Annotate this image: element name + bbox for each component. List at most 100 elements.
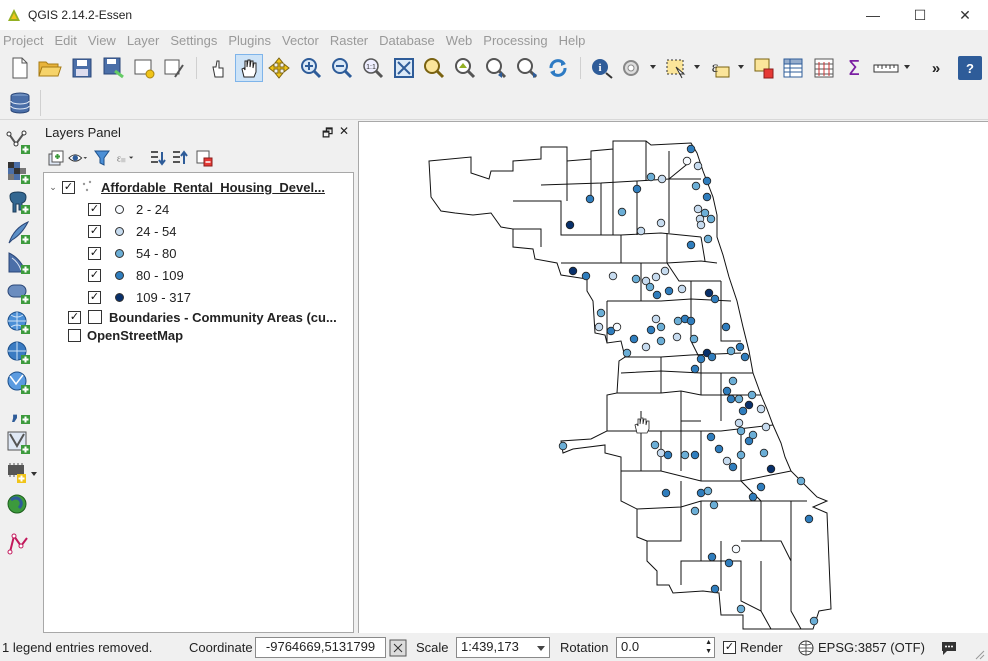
menu-layer[interactable]: Layer bbox=[123, 33, 167, 48]
class-visibility-checkbox[interactable]: ✓ bbox=[88, 224, 101, 238]
measure-line-button[interactable] bbox=[872, 54, 900, 82]
chevron-down-icon[interactable] bbox=[904, 65, 910, 69]
add-vector-layer-button[interactable] bbox=[4, 129, 34, 157]
chevron-down-icon[interactable] bbox=[738, 65, 744, 69]
add-spatialite-layer-button[interactable] bbox=[4, 219, 34, 247]
menu-processing[interactable]: Processing bbox=[479, 33, 554, 48]
new-shapefile-layer-button[interactable] bbox=[4, 459, 34, 487]
new-temporary-layer-button[interactable] bbox=[4, 491, 34, 519]
add-mssql-layer-button[interactable] bbox=[4, 249, 34, 277]
field-calculator-button[interactable]: Σ bbox=[840, 54, 868, 82]
filter-by-expression-button[interactable]: ε bbox=[114, 148, 134, 168]
legend-class-row[interactable]: ✓ 2 - 24 bbox=[88, 198, 169, 220]
crs-globe-icon[interactable] bbox=[798, 640, 814, 656]
messages-speech-bubble-icon[interactable] bbox=[940, 640, 958, 656]
float-panel-button[interactable]: 🗗 bbox=[322, 124, 333, 145]
legend-class-row[interactable]: ✓ 109 - 317 bbox=[88, 286, 191, 308]
close-button[interactable]: ✕ bbox=[942, 0, 988, 30]
legend-class-row[interactable]: ✓ 80 - 109 bbox=[88, 264, 184, 286]
layer-visibility-checkbox[interactable]: ✓ bbox=[62, 180, 75, 194]
class-visibility-checkbox[interactable]: ✓ bbox=[88, 202, 101, 216]
chevron-down-icon[interactable] bbox=[31, 472, 37, 476]
add-delimited-text-layer-button[interactable]: , bbox=[4, 399, 34, 427]
open-project-button[interactable] bbox=[36, 54, 64, 82]
render-checkbox[interactable]: ✓ bbox=[723, 641, 736, 654]
select-features-button[interactable] bbox=[662, 54, 690, 82]
filter-legend-button[interactable] bbox=[92, 148, 112, 168]
zoom-in-button[interactable] bbox=[297, 54, 325, 82]
zoom-last-button[interactable] bbox=[482, 54, 510, 82]
coordinate-input[interactable]: -9764669,5131799 bbox=[255, 637, 386, 658]
save-project-button[interactable] bbox=[68, 54, 96, 82]
resize-grip-icon[interactable] bbox=[974, 649, 986, 661]
class-visibility-checkbox[interactable]: ✓ bbox=[88, 290, 101, 304]
add-wms-layer-button[interactable] bbox=[4, 309, 34, 337]
zoom-native-button[interactable]: 1:1 bbox=[359, 54, 387, 82]
select-by-expression-button[interactable]: ε bbox=[706, 54, 734, 82]
menu-raster[interactable]: Raster bbox=[326, 33, 375, 48]
menu-view[interactable]: View bbox=[84, 33, 123, 48]
add-virtual-layer-button[interactable] bbox=[4, 429, 34, 457]
remove-layer-button[interactable] bbox=[194, 148, 214, 168]
menu-project[interactable]: Project bbox=[0, 33, 50, 48]
class-visibility-checkbox[interactable]: ✓ bbox=[88, 246, 101, 260]
legend-class-row[interactable]: ✓ 24 - 54 bbox=[88, 220, 176, 242]
scale-combobox[interactable]: 1:439,173 bbox=[456, 637, 550, 658]
expand-all-button[interactable] bbox=[148, 148, 168, 168]
menu-database[interactable]: Database bbox=[375, 33, 442, 48]
menu-plugins[interactable]: Plugins bbox=[224, 33, 278, 48]
zoom-to-selection-button[interactable] bbox=[420, 54, 448, 82]
pan-to-selection-button[interactable] bbox=[265, 54, 293, 82]
pan-map-button[interactable] bbox=[235, 54, 263, 82]
add-group-button[interactable] bbox=[46, 148, 66, 168]
layer-row-openstreetmap[interactable]: OpenStreetMap bbox=[68, 324, 183, 346]
layer-row-affordable-housing[interactable]: ⌄ ✓ Affordable_Rental_Housing_Devel... bbox=[48, 176, 325, 198]
save-as-button[interactable] bbox=[100, 54, 128, 82]
add-oracle-layer-button[interactable] bbox=[4, 279, 34, 307]
layer-visibility-checkbox[interactable] bbox=[68, 328, 81, 342]
menu-vector[interactable]: Vector bbox=[278, 33, 326, 48]
menu-help[interactable]: Help bbox=[555, 33, 593, 48]
close-panel-button[interactable]: ✕ bbox=[339, 124, 349, 138]
chevron-down-icon[interactable] bbox=[650, 65, 656, 69]
maximize-button[interactable]: ☐ bbox=[897, 0, 943, 30]
layer-visibility-checkbox[interactable]: ✓ bbox=[68, 310, 81, 324]
map-canvas[interactable] bbox=[358, 121, 988, 633]
manage-visibility-button[interactable] bbox=[68, 148, 88, 168]
identify-features-button[interactable]: i bbox=[588, 54, 616, 82]
add-raster-layer-button[interactable] bbox=[4, 159, 34, 187]
class-visibility-checkbox[interactable]: ✓ bbox=[88, 268, 101, 282]
collapse-all-button[interactable] bbox=[170, 148, 190, 168]
add-postgis-layer-button[interactable] bbox=[4, 189, 34, 217]
run-feature-action-button[interactable] bbox=[618, 54, 646, 82]
zoom-next-button[interactable] bbox=[513, 54, 541, 82]
toolbar-overflow-button[interactable]: » bbox=[926, 54, 946, 82]
open-attribute-table-button[interactable] bbox=[779, 54, 807, 82]
statistical-summary-button[interactable] bbox=[810, 54, 838, 82]
map-view[interactable] bbox=[359, 122, 988, 633]
menu-web[interactable]: Web bbox=[442, 33, 480, 48]
legend-class-row[interactable]: ✓ 54 - 80 bbox=[88, 242, 176, 264]
zoom-out-button[interactable] bbox=[328, 54, 356, 82]
help-button[interactable]: ? bbox=[958, 56, 982, 80]
zoom-to-layer-button[interactable] bbox=[451, 54, 479, 82]
crs-status[interactable]: EPSG:3857 (OTF) bbox=[818, 640, 925, 655]
rotation-spinbox[interactable]: 0.0 ▲ ▼ bbox=[616, 637, 715, 658]
database-manager-button[interactable] bbox=[6, 89, 34, 117]
touch-zoom-pan-button[interactable] bbox=[204, 54, 232, 82]
composer-manager-button[interactable] bbox=[160, 54, 188, 82]
georeferencer-button[interactable] bbox=[4, 531, 34, 559]
minimize-button[interactable]: — bbox=[850, 0, 896, 30]
add-wfs-layer-button[interactable] bbox=[4, 369, 34, 397]
menu-settings[interactable]: Settings bbox=[166, 33, 224, 48]
add-wcs-layer-button[interactable] bbox=[4, 339, 34, 367]
menu-edit[interactable]: Edit bbox=[50, 33, 83, 48]
new-project-button[interactable] bbox=[6, 54, 34, 82]
toggle-extents-button[interactable] bbox=[388, 638, 408, 658]
chevron-down-icon[interactable] bbox=[694, 65, 700, 69]
zoom-full-button[interactable] bbox=[390, 54, 418, 82]
collapse-arrow-icon[interactable]: ⌄ bbox=[48, 182, 58, 193]
spin-arrows-icon[interactable]: ▲ ▼ bbox=[705, 638, 712, 656]
new-print-composer-button[interactable] bbox=[130, 54, 158, 82]
deselect-all-button[interactable] bbox=[750, 54, 778, 82]
